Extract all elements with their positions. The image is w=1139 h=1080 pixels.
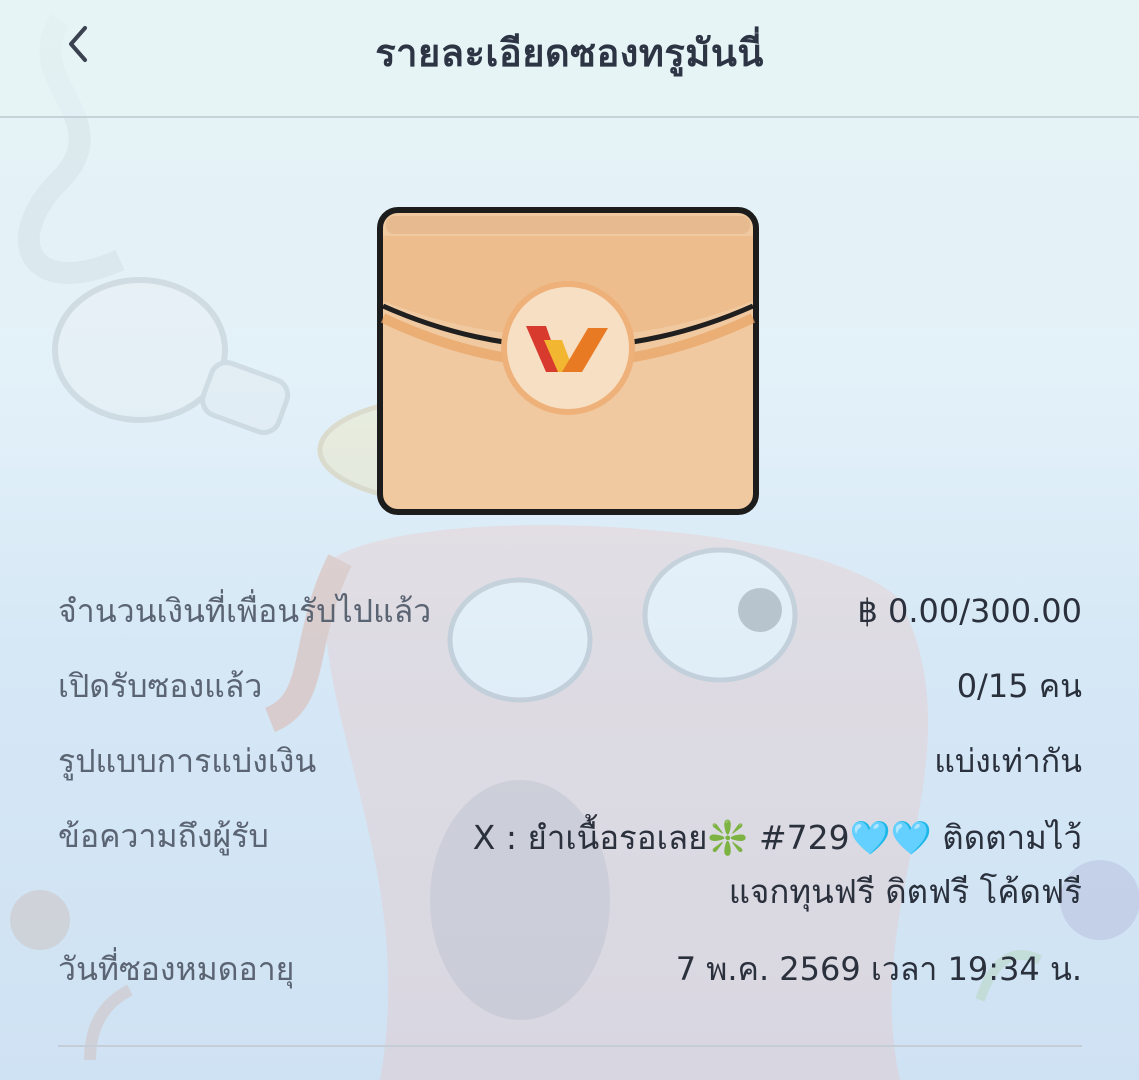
amount-label: จำนวนเงินที่เพื่อนรับไปแล้ว	[58, 592, 432, 630]
detail-row-split: รูปแบบการแบ่งเงิน แบ่งเท่ากัน	[58, 736, 1082, 786]
message-line-2: แจกทุนฟรี ดิตฟรี โค้ดฟรี	[728, 872, 1082, 911]
envelope-details: จำนวนเงินที่เพื่อนรับไปแล้ว ฿ 0.00/300.0…	[58, 586, 1082, 1019]
envelope-icon	[377, 207, 759, 515]
page-title: รายละเอียดซองทรูมันนี่	[375, 31, 764, 75]
expiry-value: 7 พ.ค. 2569 เวลา 19:34 น.	[675, 950, 1082, 988]
detail-row-amount: จำนวนเงินที่เพื่อนรับไปแล้ว ฿ 0.00/300.0…	[58, 586, 1082, 636]
envelope-illustration	[376, 206, 760, 516]
detail-row-expiry: วันที่ซองหมดอายุ 7 พ.ค. 2569 เวลา 19:34 …	[58, 944, 1082, 994]
message-label: ข้อความถึงผู้รับ	[58, 817, 269, 855]
detail-row-message: ข้อความถึงผู้รับ X : ยำเนื้อรอเลย❇️ #729…	[58, 811, 1082, 919]
expiry-label: วันที่ซองหมดอายุ	[58, 950, 295, 988]
message-line-1: X : ยำเนื้อรอเลย❇️ #729🩵🩵 ติดตามไว้	[472, 818, 1082, 857]
split-value: แบ่งเท่ากัน	[934, 742, 1082, 780]
message-value: X : ยำเนื้อรอเลย❇️ #729🩵🩵 ติดตามไว้ แจกท…	[473, 811, 1082, 919]
opened-value: 0/15 คน	[956, 667, 1082, 705]
divider	[58, 1045, 1082, 1047]
opened-label: เปิดรับซองแล้ว	[58, 667, 263, 705]
app-header: รายละเอียดซองทรูมันนี่	[0, 0, 1139, 118]
detail-row-opened: เปิดรับซองแล้ว 0/15 คน	[58, 661, 1082, 711]
amount-value: ฿ 0.00/300.00	[857, 592, 1082, 630]
split-label: รูปแบบการแบ่งเงิน	[58, 742, 317, 780]
